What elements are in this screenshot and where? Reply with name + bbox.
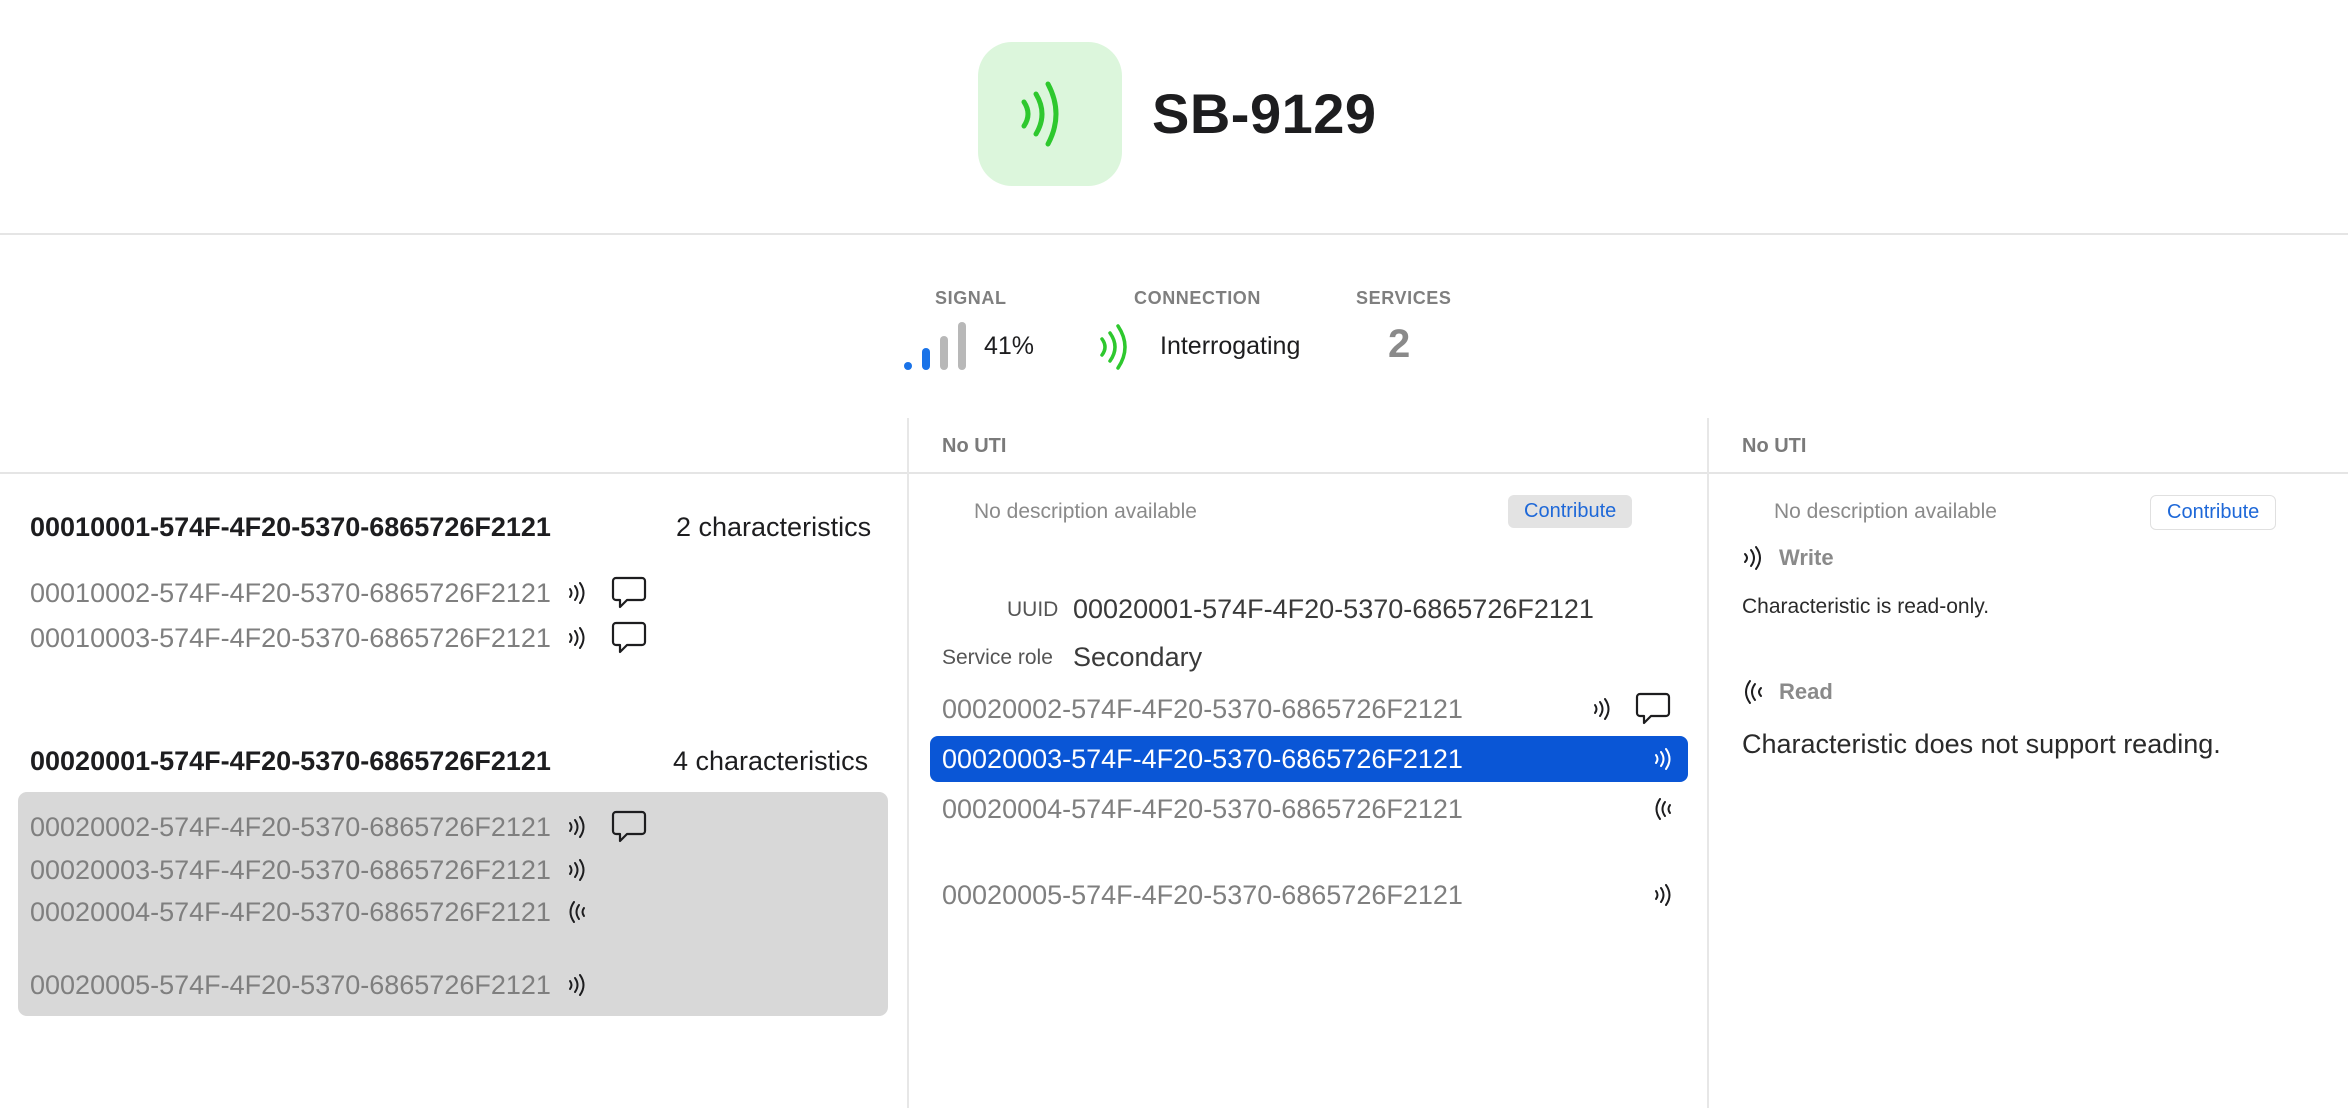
- device-icon: [978, 42, 1122, 186]
- signal-bars-icon: [902, 320, 970, 372]
- characteristic-uuid: 00020004-574F-4F20-5370-6865726F2121: [942, 793, 1463, 824]
- characteristic-row-selected[interactable]: 00020003-574F-4F20-5370-6865726F2121: [930, 736, 1688, 782]
- radio-waves-icon: [1021, 81, 1059, 147]
- read-section-title: Read: [1779, 679, 1833, 704]
- notify-bubble-icon: [1635, 692, 1671, 726]
- column-divider-1: [907, 418, 909, 1108]
- characteristic-row[interactable]: 00020004-574F-4F20-5370-6865726F2121: [930, 786, 1688, 832]
- write-waves-icon: [567, 580, 587, 606]
- service-uti-header: No UTI: [942, 435, 1007, 457]
- service-role-label: Service role: [942, 646, 1053, 669]
- service-header-2[interactable]: 00020001-574F-4F20-5370-6865726F2121: [30, 746, 551, 777]
- characteristic-uti-header: No UTI: [1742, 435, 1807, 457]
- characteristic-description: No description available: [1774, 500, 1997, 523]
- write-waves-icon: [567, 972, 587, 998]
- service-header-1[interactable]: 00010001-574F-4F20-5370-6865726F2121: [30, 512, 551, 543]
- write-waves-icon: [1653, 746, 1673, 772]
- write-status-text: Characteristic is read-only.: [1742, 595, 1990, 618]
- connection-waves-icon: [1098, 322, 1132, 372]
- characteristic-row[interactable]: 00020003-574F-4F20-5370-6865726F2121: [30, 850, 587, 890]
- characteristic-uuid: 00020003-574F-4F20-5370-6865726F2121: [942, 743, 1463, 774]
- header-divider: [0, 233, 2348, 235]
- read-status-text: Characteristic does not support reading.: [1742, 729, 2221, 759]
- signal-value: 41%: [984, 332, 1035, 360]
- characteristic-uuid: 00020005-574F-4F20-5370-6865726F2121: [942, 879, 1463, 910]
- services-label: SERVICES: [1356, 288, 1452, 308]
- characteristic-uuid: 00020005-574F-4F20-5370-6865726F2121: [30, 969, 551, 1000]
- write-waves-icon: [567, 814, 587, 840]
- characteristic-row[interactable]: 00010002-574F-4F20-5370-6865726F2121: [30, 573, 647, 613]
- read-waves-icon: [567, 899, 587, 925]
- device-name: SB-9129: [1152, 82, 1377, 145]
- service-role-value: Secondary: [1073, 642, 1203, 672]
- notify-bubble-icon: [611, 810, 647, 844]
- service-count-2: 4 characteristics: [673, 746, 869, 776]
- service-count-1: 2 characteristics: [676, 512, 872, 542]
- contribute-button[interactable]: Contribute: [2150, 495, 2277, 530]
- service-uuid-value: 00020001-574F-4F20-5370-6865726F2121: [1073, 594, 1594, 624]
- write-waves-icon: [567, 625, 587, 651]
- contribute-button[interactable]: Contribute: [1508, 495, 1633, 528]
- connection-value: Interrogating: [1160, 332, 1301, 360]
- characteristic-uuid: 00010002-574F-4F20-5370-6865726F2121: [30, 577, 551, 608]
- read-waves-icon: [1742, 678, 1764, 706]
- read-waves-icon: [1653, 796, 1673, 822]
- notify-bubble-icon: [611, 621, 647, 655]
- characteristic-row[interactable]: 00020005-574F-4F20-5370-6865726F2121: [930, 872, 1688, 918]
- service-description: No description available: [974, 500, 1197, 523]
- write-waves-icon: [1592, 696, 1612, 722]
- column-divider-2: [1707, 418, 1709, 1108]
- characteristic-row[interactable]: 00020004-574F-4F20-5370-6865726F2121: [30, 892, 587, 932]
- write-waves-icon: [567, 857, 587, 883]
- characteristic-uuid: 00020003-574F-4F20-5370-6865726F2121: [30, 854, 551, 885]
- signal-label: SIGNAL: [935, 288, 1007, 308]
- characteristic-uuid: 00010003-574F-4F20-5370-6865726F2121: [30, 622, 551, 653]
- characteristic-row[interactable]: 00020005-574F-4F20-5370-6865726F2121: [30, 965, 587, 1005]
- notify-bubble-icon: [611, 576, 647, 610]
- write-waves-icon: [1742, 544, 1764, 572]
- characteristic-uuid: 00020002-574F-4F20-5370-6865726F2121: [942, 693, 1463, 724]
- characteristic-row[interactable]: 00020002-574F-4F20-5370-6865726F2121: [30, 807, 647, 847]
- columns-header-divider: [0, 472, 2348, 474]
- characteristic-uuid: 00020004-574F-4F20-5370-6865726F2121: [30, 896, 551, 927]
- write-waves-icon: [1653, 882, 1673, 908]
- connection-label: CONNECTION: [1134, 288, 1261, 308]
- characteristic-row[interactable]: 00020002-574F-4F20-5370-6865726F2121: [930, 686, 1688, 732]
- characteristic-row[interactable]: 00010003-574F-4F20-5370-6865726F2121: [30, 618, 647, 658]
- characteristic-uuid: 00020002-574F-4F20-5370-6865726F2121: [30, 811, 551, 842]
- services-count: 2: [1388, 322, 1411, 366]
- write-section-title: Write: [1779, 545, 1834, 570]
- uuid-label: UUID: [1007, 598, 1059, 621]
